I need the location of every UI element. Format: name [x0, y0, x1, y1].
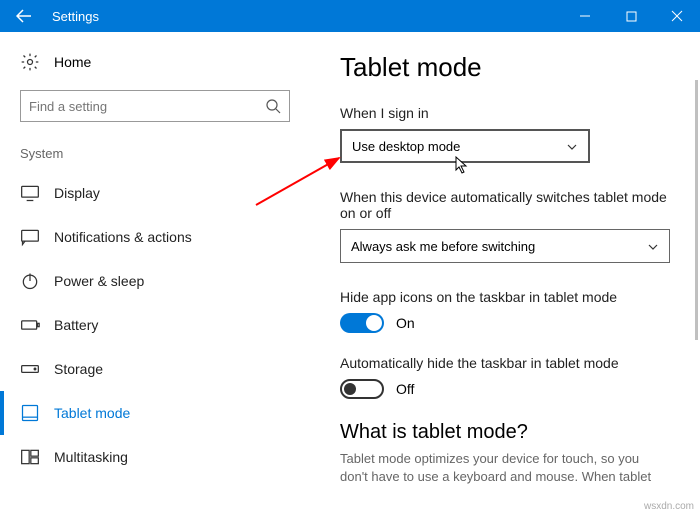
- auto-hide-toggle[interactable]: [340, 379, 384, 399]
- scrollbar[interactable]: [695, 80, 698, 340]
- power-icon: [20, 271, 40, 291]
- group-label: System: [20, 146, 290, 161]
- title-bar: Settings: [0, 0, 700, 32]
- sidebar-item-label: Notifications & actions: [54, 229, 192, 245]
- sidebar-item-label: Storage: [54, 361, 103, 377]
- monitor-icon: [20, 183, 40, 203]
- search-icon: [265, 98, 281, 114]
- sidebar-item-label: Tablet mode: [54, 405, 130, 421]
- signin-dropdown[interactable]: Use desktop mode: [340, 129, 590, 163]
- watermark: wsxdn.com: [644, 501, 694, 512]
- home-label: Home: [54, 54, 91, 70]
- dropdown-value: Use desktop mode: [352, 139, 460, 154]
- chat-icon: [20, 227, 40, 247]
- dropdown-value: Always ask me before switching: [351, 239, 535, 254]
- gear-icon: [20, 52, 40, 72]
- back-button[interactable]: [0, 0, 48, 32]
- page-title: Tablet mode: [340, 52, 670, 83]
- toggle-state: On: [396, 315, 415, 331]
- window-title: Settings: [48, 9, 562, 24]
- hide-icons-label: Hide app icons on the taskbar in tablet …: [340, 289, 670, 305]
- sidebar-item-battery[interactable]: Battery: [20, 303, 290, 347]
- auto-hide-label: Automatically hide the taskbar in tablet…: [340, 355, 670, 371]
- signin-label: When I sign in: [340, 105, 670, 121]
- tablet-icon: [20, 403, 40, 423]
- toggle-state: Off: [396, 381, 414, 397]
- what-heading: What is tablet mode?: [340, 421, 670, 444]
- sidebar-item-label: Display: [54, 185, 100, 201]
- minimize-button[interactable]: [562, 0, 608, 32]
- multitask-icon: [20, 447, 40, 467]
- main-panel: Tablet mode When I sign in Use desktop m…: [310, 32, 700, 516]
- sidebar-item-label: Battery: [54, 317, 98, 333]
- battery-icon: [20, 315, 40, 335]
- chevron-down-icon: [566, 140, 578, 152]
- sidebar-item-tablet-mode[interactable]: Tablet mode: [20, 391, 290, 435]
- switch-dropdown[interactable]: Always ask me before switching: [340, 229, 670, 263]
- sidebar-item-label: Power & sleep: [54, 273, 144, 289]
- sidebar-item-notifications[interactable]: Notifications & actions: [20, 215, 290, 259]
- sidebar-item-display[interactable]: Display: [20, 171, 290, 215]
- close-button[interactable]: [654, 0, 700, 32]
- sidebar-item-power[interactable]: Power & sleep: [20, 259, 290, 303]
- hide-icons-toggle[interactable]: [340, 313, 384, 333]
- sidebar-item-label: Multitasking: [54, 449, 128, 465]
- what-desc: Tablet mode optimizes your device for to…: [340, 450, 670, 486]
- search-box[interactable]: [20, 90, 290, 122]
- sidebar-item-storage[interactable]: Storage: [20, 347, 290, 391]
- sidebar: Home System Display Notifications & acti…: [0, 32, 310, 516]
- home-link[interactable]: Home: [20, 52, 290, 72]
- search-input[interactable]: [29, 99, 265, 114]
- switch-label: When this device automatically switches …: [340, 189, 670, 221]
- drive-icon: [20, 359, 40, 379]
- chevron-down-icon: [647, 240, 659, 252]
- sidebar-item-multitasking[interactable]: Multitasking: [20, 435, 290, 479]
- maximize-button[interactable]: [608, 0, 654, 32]
- window-controls: [562, 0, 700, 32]
